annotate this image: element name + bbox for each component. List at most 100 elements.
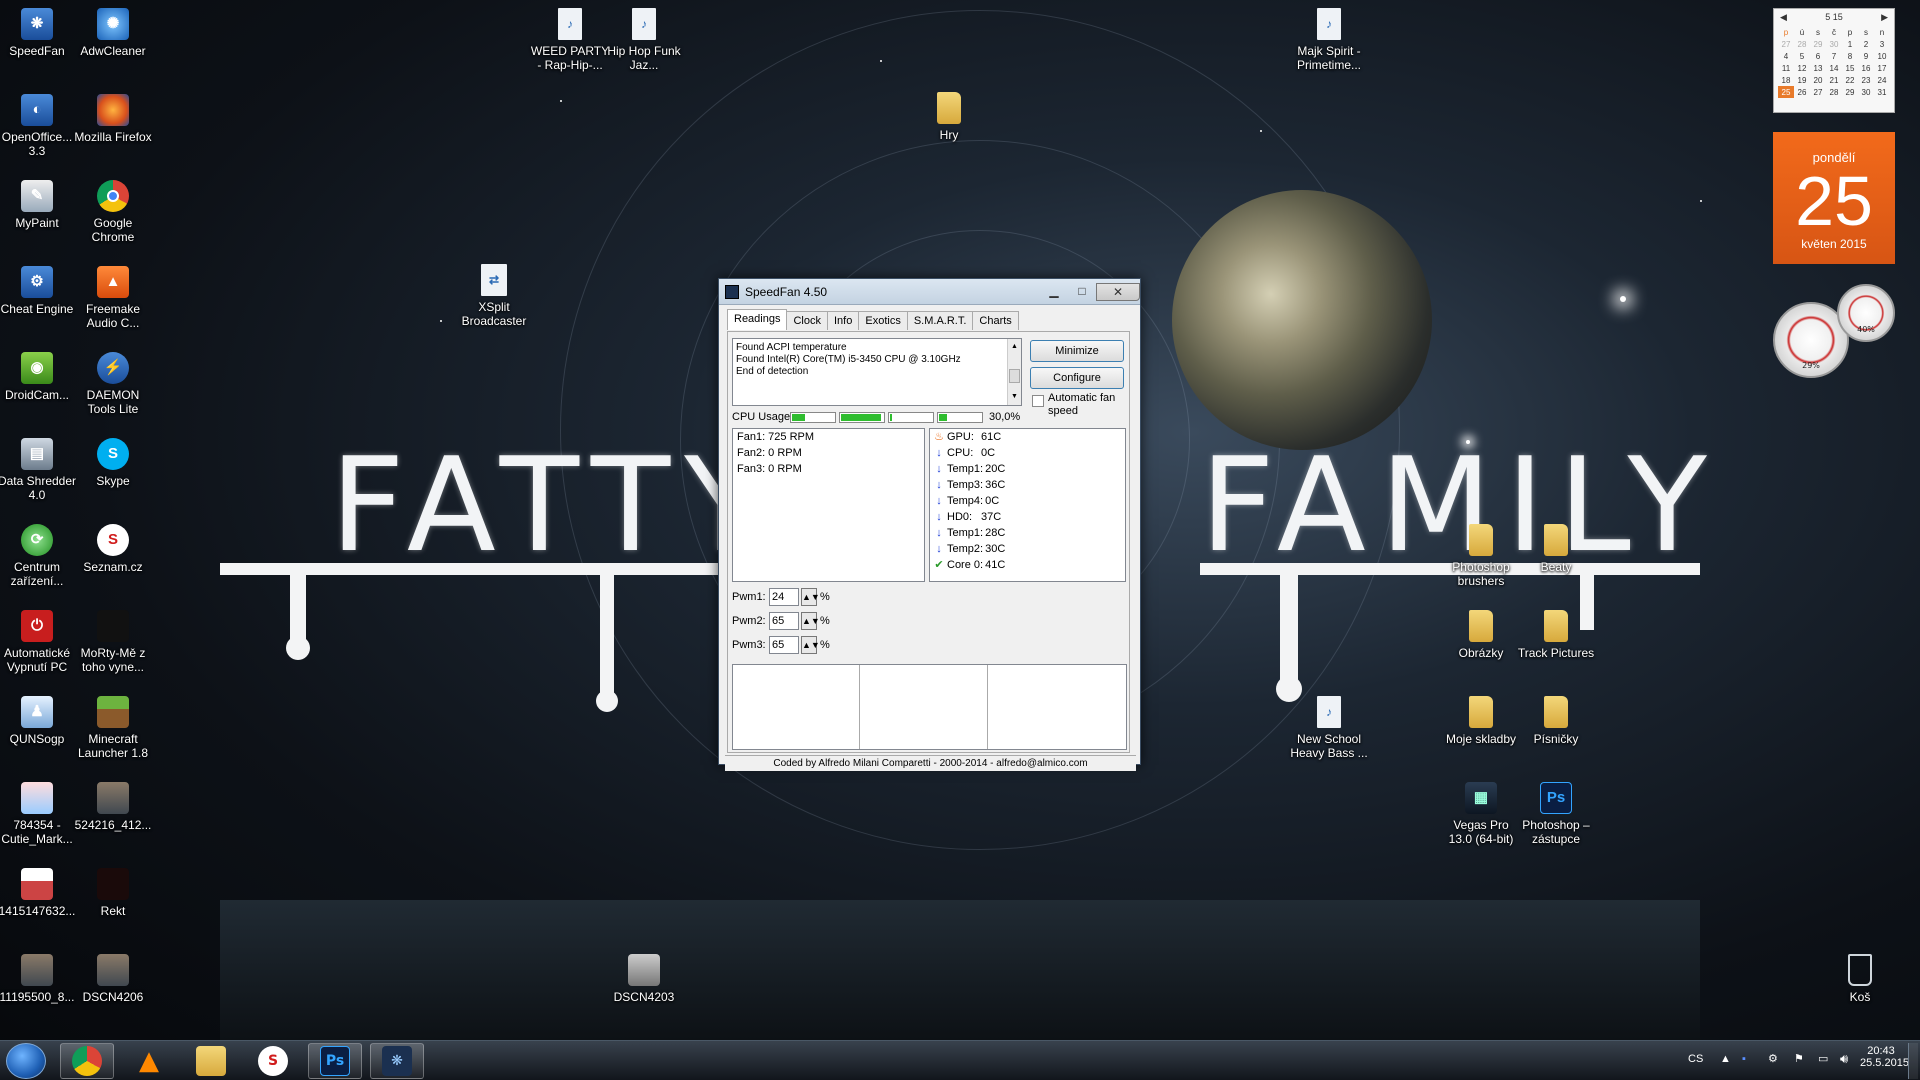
show-desktop-button[interactable]: [1908, 1043, 1918, 1079]
calendar-day[interactable]: 18: [1778, 74, 1794, 86]
spinner-icon[interactable]: ▲▼: [801, 612, 820, 630]
tab-charts[interactable]: Charts: [972, 311, 1019, 330]
desktop-icon-track-pictures[interactable]: Track Pictures: [1515, 610, 1597, 660]
calendar-day[interactable]: 22: [1842, 74, 1858, 86]
calendar-day[interactable]: 20: [1810, 74, 1826, 86]
desktop-icon-pisnicky[interactable]: Písničky: [1515, 696, 1597, 746]
desktop-icon-freemake[interactable]: ▲ Freemake Audio C...: [72, 266, 154, 330]
desktop-icon-morty[interactable]: MoRty-Mě z toho vyne...: [72, 610, 154, 674]
desktop-icon-device-center[interactable]: ⟳ Centrum zařízení...: [0, 524, 78, 588]
automatic-fan-speed-checkbox[interactable]: [1032, 395, 1044, 407]
calendar-day[interactable]: 24: [1874, 74, 1890, 86]
desktop-icon-cheat-engine[interactable]: ⚙ Cheat Engine: [0, 266, 78, 316]
desktop-icon-majk-spirit[interactable]: ♪ Majk Spirit - Primetime...: [1288, 8, 1370, 72]
calendar-day[interactable]: 26: [1794, 86, 1810, 98]
tray-network-tools-icon[interactable]: ⚙: [1768, 1052, 1778, 1065]
next-month-icon[interactable]: ▶: [1881, 12, 1888, 23]
memory-gauge[interactable]: 40%: [1837, 284, 1895, 342]
pwm2-input[interactable]: 65: [769, 612, 799, 630]
calendar-day[interactable]: 9: [1858, 50, 1874, 62]
taskbar-item-seznam[interactable]: S: [246, 1043, 300, 1079]
maximize-window-button[interactable]: □: [1068, 283, 1096, 301]
taskbar-item-speedfan[interactable]: ❋: [370, 1043, 424, 1079]
scroll-up-icon[interactable]: ▲: [1011, 341, 1018, 353]
desktop-icon-moje-skladby[interactable]: Moje skladby: [1440, 696, 1522, 746]
calendar-day[interactable]: 4: [1778, 50, 1794, 62]
pwm1-input[interactable]: 24: [769, 588, 799, 606]
calendar-day[interactable]: 13: [1810, 62, 1826, 74]
calendar-day[interactable]: 21: [1826, 74, 1842, 86]
desktop-icon-droidcam[interactable]: ◉ DroidCam...: [0, 352, 78, 402]
desktop-icon-adwcleaner[interactable]: ✺ AdwCleaner: [72, 8, 154, 58]
desktop-icon-openoffice[interactable]: ◐ OpenOffice... 3.3: [0, 94, 78, 158]
scroll-down-icon[interactable]: ▼: [1011, 391, 1018, 403]
calendar-day[interactable]: 27: [1778, 38, 1794, 50]
close-window-button[interactable]: ✕: [1096, 282, 1140, 301]
desktop-icon-cutie-mark[interactable]: 784354 - Cutie_Mark...: [0, 782, 78, 846]
calendar-day[interactable]: 7: [1826, 50, 1842, 62]
tab-clock[interactable]: Clock: [786, 311, 828, 330]
speedfan-window[interactable]: SpeedFan 4.50 ▁ □ ✕ Readings Clock Info …: [718, 278, 1141, 771]
desktop-icon-rekt[interactable]: Rekt: [72, 868, 154, 918]
desktop-icon-dscn4206[interactable]: DSCN4206: [72, 954, 154, 1004]
desktop-icon-skype[interactable]: S Skype: [72, 438, 154, 488]
calendar-day[interactable]: 27: [1810, 86, 1826, 98]
desktop-icon-524216[interactable]: 524216_412...: [72, 782, 154, 832]
desktop-icon-qunsogp[interactable]: ♟ QUNSogp: [0, 696, 78, 746]
desktop-icon-beaty[interactable]: Beaty: [1515, 524, 1597, 574]
start-button[interactable]: [6, 1043, 46, 1079]
calendar-day[interactable]: 1: [1842, 38, 1858, 50]
detection-log[interactable]: Found ACPI temperature Found Intel(R) Co…: [732, 338, 1022, 406]
calendar-day[interactable]: 29: [1810, 38, 1826, 50]
tray-app-icon[interactable]: ▪: [1742, 1053, 1746, 1065]
desktop-icon-obrazky[interactable]: Obrázky: [1440, 610, 1522, 660]
language-indicator[interactable]: CS: [1688, 1053, 1703, 1065]
calendar-day[interactable]: 19: [1794, 74, 1810, 86]
calendar-day[interactable]: 12: [1794, 62, 1810, 74]
desktop-icon-firefox[interactable]: Mozilla Firefox: [72, 94, 154, 144]
desktop-icon-daemon-tools[interactable]: ⚡ DAEMON Tools Lite: [72, 352, 154, 416]
tab-smart[interactable]: S.M.A.R.T.: [906, 311, 974, 330]
pwm3-input[interactable]: 65: [769, 636, 799, 654]
desktop-icon-vegas-pro[interactable]: ▦ Vegas Pro 13.0 (64-bit): [1440, 782, 1522, 846]
calendar-day[interactable]: 10: [1874, 50, 1890, 62]
calendar-day-today[interactable]: 25: [1778, 86, 1794, 98]
calendar-day[interactable]: 16: [1858, 62, 1874, 74]
calendar-day[interactable]: 23: [1858, 74, 1874, 86]
calendar-day[interactable]: 3: [1874, 38, 1890, 50]
desktop-icon-chrome[interactable]: Google Chrome: [72, 180, 154, 244]
calendar-day[interactable]: 15: [1842, 62, 1858, 74]
tab-readings[interactable]: Readings: [727, 309, 788, 330]
desktop-icon-1415147632[interactable]: 1415147632...: [0, 868, 78, 918]
calendar-day[interactable]: 6: [1810, 50, 1826, 62]
calendar-day[interactable]: 28: [1794, 38, 1810, 50]
minimize-window-button[interactable]: ▁: [1040, 283, 1068, 301]
desktop-icon-new-school[interactable]: ♪ New School Heavy Bass ...: [1288, 696, 1370, 760]
window-titlebar[interactable]: SpeedFan 4.50 ▁ □ ✕: [719, 279, 1140, 305]
desktop-icon-11195500[interactable]: 11195500_8...: [0, 954, 78, 1004]
taskbar-item-photoshop[interactable]: Ps: [308, 1043, 362, 1079]
desktop-icon-recycle-bin[interactable]: Koš: [1819, 954, 1901, 1004]
desktop-icon-xsplit[interactable]: ⇄ XSplit Broadcaster: [453, 264, 535, 328]
desktop-icon-hry[interactable]: Hry: [908, 92, 990, 142]
desktop-icon-hip-hop-funk[interactable]: ♪ Hip Hop Funk Jaz...: [603, 8, 685, 72]
desktop-icon-dscn4203[interactable]: DSCN4203: [603, 954, 685, 1004]
calendar-day-card[interactable]: pondělí 25 květen 2015: [1773, 132, 1895, 264]
desktop-icon-photoshop-brushers[interactable]: Photoshop brushers: [1440, 524, 1522, 588]
desktop-icon-photoshop[interactable]: Ps Photoshop – zástupce: [1515, 782, 1597, 846]
action-center-flag-icon[interactable]: ⚑: [1794, 1052, 1804, 1065]
volume-icon[interactable]: 🔊︎: [1840, 1051, 1848, 1067]
taskbar-item-vlc[interactable]: ▲: [122, 1043, 176, 1079]
taskbar-item-chrome[interactable]: [60, 1043, 114, 1079]
calendar-day[interactable]: 14: [1826, 62, 1842, 74]
calendar-day[interactable]: 30: [1826, 38, 1842, 50]
spinner-icon[interactable]: ▲▼: [801, 636, 820, 654]
calendar-day[interactable]: 31: [1874, 86, 1890, 98]
calendar-day[interactable]: 2: [1858, 38, 1874, 50]
desktop-icon-speedfan[interactable]: ❋ SpeedFan: [0, 8, 78, 58]
calendar-day[interactable]: 29: [1842, 86, 1858, 98]
desktop-icon-shutdown[interactable]: ⏻ Automatické Vypnutí PC: [0, 610, 78, 674]
network-icon[interactable]: ▭: [1818, 1052, 1828, 1065]
calendar-day[interactable]: 17: [1874, 62, 1890, 74]
show-hidden-icons-icon[interactable]: ▲: [1720, 1053, 1731, 1065]
